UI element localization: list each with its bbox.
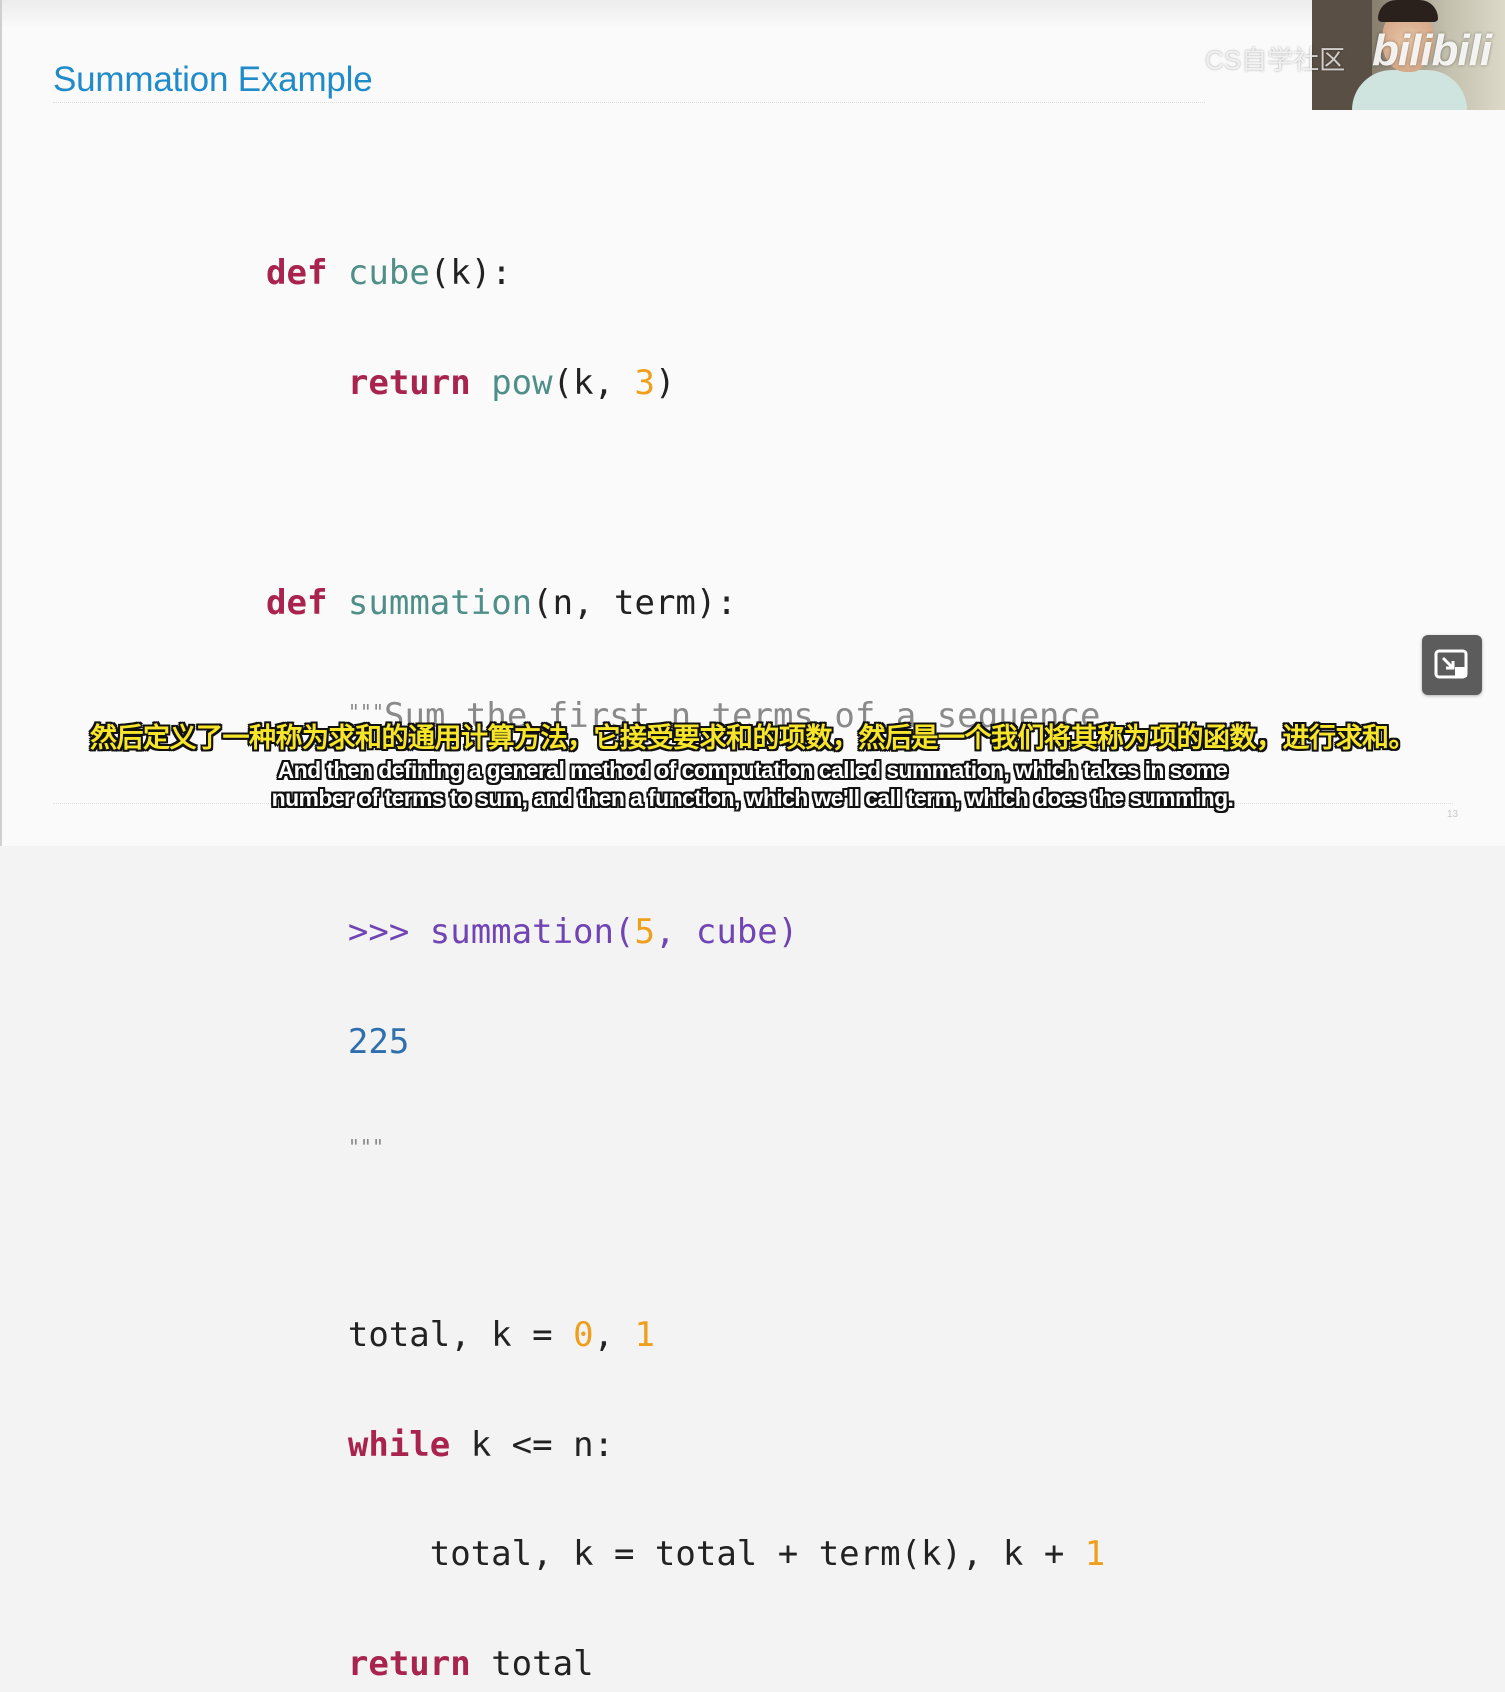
keyword: return [347, 1644, 471, 1685]
code-line-5: >>> summation(5, cube) [266, 914, 1121, 951]
keyword: def [266, 253, 328, 294]
watermark-bilibili-logo: bilibili [1372, 26, 1492, 75]
code-line-1: def cube(k): [266, 255, 1121, 292]
code-line-7: """ [266, 1133, 1121, 1158]
code-line-9: while k <= n: [266, 1424, 1121, 1465]
subtitle-chinese: 然后定义了一种称为求和的通用计算方法，它接受要求和的项数，然后是一个我们将其称为… [90, 723, 1416, 753]
number-literal: 0 [573, 1314, 594, 1355]
slide-title: Summation Example [53, 60, 373, 99]
code-line-6: 225 [266, 1021, 1121, 1062]
code-line-spacer [266, 1228, 1121, 1244]
keyword: def [266, 582, 328, 623]
code-line-3: def summation(n, term): [266, 582, 1121, 623]
code-text: total, k = total + term(k), k + [429, 1534, 1085, 1575]
code-line-8: total, k = 0, 1 [266, 1317, 1121, 1354]
code-block: def cube(k): return pow(k, 3) def summat… [266, 182, 1121, 1692]
webcam-person-body [1352, 70, 1467, 110]
doctest-prompt: >>> summation( [347, 911, 635, 952]
doctest-prompt-rest: , cube) [654, 911, 799, 952]
code-text: (n, term): [532, 582, 737, 623]
number-literal: 3 [634, 362, 655, 403]
code-text: total, k = [347, 1314, 574, 1355]
code-text: (k, [552, 362, 635, 403]
pip-exit-button[interactable] [1422, 635, 1482, 695]
function-name: summation [347, 582, 533, 623]
code-text: total [470, 1644, 594, 1685]
function-name: pow [491, 362, 553, 403]
code-text: k <= n: [450, 1424, 615, 1465]
top-shade [0, 0, 1505, 28]
code-line-11: return total [266, 1646, 1121, 1683]
code-text: ) [655, 362, 676, 403]
keyword: return [347, 362, 471, 403]
code-text: (k): [429, 253, 512, 294]
code-line-10: total, k = total + term(k), k + 1 [266, 1536, 1121, 1573]
watermark-cs-community: CS自学社区 [1205, 45, 1346, 75]
subtitle-english-line-1: And then defining a general method of co… [277, 757, 1228, 783]
number-literal: 1 [1084, 1534, 1106, 1575]
subtitle-english-line-2: number of terms to sum, and then a funct… [271, 785, 1234, 811]
function-name: cube [347, 253, 430, 294]
code-line-2: return pow(k, 3) [266, 365, 1121, 402]
webcam-person-hair [1378, 0, 1438, 22]
doctest-output: 225 [347, 1021, 410, 1062]
title-divider [53, 102, 1205, 103]
code-text: , [593, 1314, 635, 1355]
docstring-quote: """ [347, 1135, 385, 1160]
picture-in-picture-exit-icon [1434, 649, 1468, 679]
keyword: while [347, 1424, 451, 1465]
number-literal: 1 [634, 1314, 655, 1355]
number-literal: 5 [634, 911, 655, 952]
